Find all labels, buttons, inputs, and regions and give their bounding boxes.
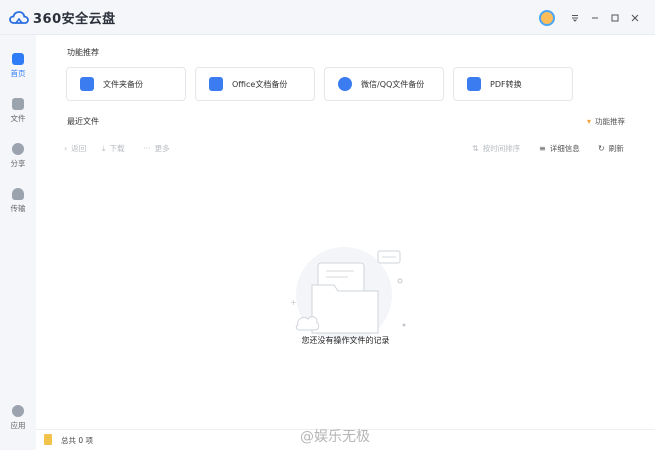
sidebar: 首页 文件 分享 传输 应用 xyxy=(0,35,36,450)
recent-files-title: 最近文件 xyxy=(67,117,99,126)
folder-icon xyxy=(44,434,52,445)
back-icon: ‹ xyxy=(64,144,68,153)
more-label: 更多 xyxy=(154,144,170,153)
share-icon xyxy=(12,143,24,155)
menu-icon[interactable] xyxy=(565,9,585,27)
folder-backup-button[interactable]: 文件夹备份 xyxy=(66,67,186,101)
feature-label: 微信/QQ文件备份 xyxy=(361,79,425,89)
feature-label: 文件夹备份 xyxy=(103,79,143,89)
cloud-logo-icon xyxy=(9,10,29,24)
feature-recommend-label: 功能推荐 xyxy=(595,117,625,126)
pdf-convert-button[interactable]: PDF转换 xyxy=(453,67,573,101)
sidebar-item-label: 首页 xyxy=(10,69,26,78)
file-toolbar: ‹ 返回 ⤓ 下载 ··· 更多 ⇅ 按时间排序 ≡ 详细信息 ↻ 刷新 xyxy=(36,143,655,155)
sidebar-item-transfer[interactable]: 传输 xyxy=(0,188,36,214)
sidebar-item-home[interactable]: 首页 xyxy=(0,53,36,79)
transfer-icon xyxy=(12,188,24,200)
office-backup-button[interactable]: Office文档备份 xyxy=(195,67,315,101)
download-button[interactable]: ⤓ 下载 xyxy=(102,143,125,154)
sidebar-item-label: 分享 xyxy=(10,159,26,168)
sidebar-item-share[interactable]: 分享 xyxy=(0,143,36,169)
feature-recommend-link[interactable]: ▾ 功能推荐 xyxy=(587,116,625,127)
item-count: 总共 0 项 xyxy=(61,436,94,445)
avatar-icon[interactable] xyxy=(539,10,555,26)
home-icon xyxy=(12,53,24,65)
app-title: 360安全云盘 xyxy=(33,12,116,27)
download-icon: ⤓ xyxy=(102,143,106,153)
apps-icon xyxy=(12,405,24,417)
svg-text:+: + xyxy=(290,298,297,307)
details-label: 详细信息 xyxy=(549,144,580,153)
pdf-convert-icon xyxy=(467,77,481,91)
folder-icon xyxy=(12,98,24,110)
watermark-text: @娱乐无极 xyxy=(300,429,370,445)
refresh-button[interactable]: ↻ 刷新 xyxy=(598,143,624,154)
main-content: 功能推荐 文件夹备份 Office文档备份 微信/QQ文件备份 PDF转换 最近… xyxy=(36,35,655,429)
maximize-icon[interactable] xyxy=(605,9,625,27)
title-bar: 360安全云盘 xyxy=(0,0,655,35)
details-button[interactable]: ≡ 详细信息 xyxy=(539,143,580,154)
sort-icon: ⇅ xyxy=(472,144,479,153)
chat-backup-icon xyxy=(338,77,352,91)
back-button[interactable]: ‹ 返回 xyxy=(64,143,86,154)
app-logo: 360安全云盘 xyxy=(9,8,116,27)
features-title: 功能推荐 xyxy=(67,48,99,57)
office-backup-icon xyxy=(209,77,223,91)
chat-backup-button[interactable]: 微信/QQ文件备份 xyxy=(324,67,444,101)
sidebar-item-label: 应用 xyxy=(10,421,26,430)
details-icon: ≡ xyxy=(539,144,546,153)
sidebar-item-files[interactable]: 文件 xyxy=(0,98,36,124)
feature-label: Office文档备份 xyxy=(232,79,288,89)
download-label: 下载 xyxy=(109,144,125,153)
sort-label: 按时间排序 xyxy=(482,144,521,153)
sidebar-item-label: 传输 xyxy=(10,204,26,213)
more-button[interactable]: ··· 更多 xyxy=(143,143,170,154)
gift-icon: ▾ xyxy=(586,117,591,126)
empty-state-message: 您还没有操作文件的记录 xyxy=(301,336,390,345)
refresh-icon: ↻ xyxy=(598,144,605,153)
folder-backup-icon xyxy=(80,77,94,91)
refresh-label: 刷新 xyxy=(608,144,624,153)
feature-label: PDF转换 xyxy=(490,79,522,89)
more-icon: ··· xyxy=(143,144,151,153)
back-label: 返回 xyxy=(71,144,87,153)
sidebar-item-label: 文件 xyxy=(10,114,26,123)
sort-button[interactable]: ⇅ 按时间排序 xyxy=(472,143,520,154)
close-icon[interactable] xyxy=(625,9,645,27)
minimize-icon[interactable] xyxy=(585,9,605,27)
sidebar-item-apps[interactable]: 应用 xyxy=(0,405,36,431)
